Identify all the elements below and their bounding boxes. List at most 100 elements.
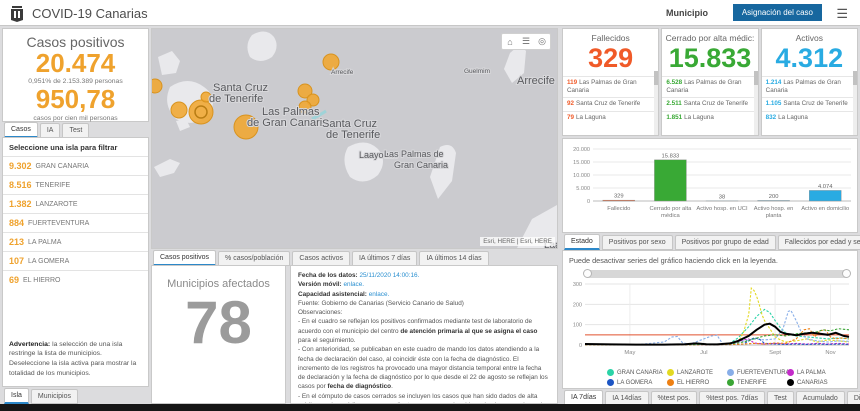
menu-icon[interactable]: ☰ — [836, 6, 848, 22]
row-value: 832 — [765, 113, 777, 121]
island-row-la-gomera[interactable]: 107 LA GOMERA — [3, 251, 148, 270]
isla-municipios-tabs: Isla Municipios — [4, 388, 80, 404]
scrollbar[interactable] — [654, 71, 659, 135]
island-shape — [247, 31, 277, 61]
legend-dot — [787, 369, 794, 376]
island-row-gran-canaria[interactable]: 9.302 GRAN CANARIA — [3, 156, 148, 175]
bar-category-label: Activo hosp. en — [754, 206, 794, 212]
legend-label: LA GOMERA — [617, 379, 653, 386]
y-tick-label: 300 — [573, 282, 582, 288]
row-value: 92 — [567, 100, 575, 108]
slider-handle-left[interactable] — [583, 269, 592, 278]
legend-item-el-hierro[interactable]: EL HIERRO — [667, 379, 727, 386]
estado-tab-positivos-por-grupo-de-edad[interactable]: Positivos por grupo de edad — [674, 235, 776, 250]
map-tab-ia-ltimos-14-d-as[interactable]: IA últimos 14 días — [419, 251, 489, 266]
x-tick-label: Nov — [825, 350, 835, 356]
ia-line-chart: 0 100 200 300 May Jul Sept Nov — [573, 282, 850, 356]
map[interactable]: Arrecife Santa Cruz de Tenerife Las Palmas d… — [151, 28, 558, 249]
legend-label: CANARIAS — [797, 379, 828, 386]
scrollbar[interactable] — [753, 71, 758, 135]
home-icon[interactable]: ⌂ — [502, 34, 518, 49]
row-name: La Laguna — [684, 113, 714, 121]
legend-item-lanzarote[interactable]: LANZAROTE — [667, 369, 727, 376]
map-label: de Tenerife — [209, 93, 263, 105]
y-tick-label: 10.000 — [573, 173, 590, 179]
basemap-icon[interactable]: ◎ — [534, 34, 550, 49]
info-link[interactable]: enlace. — [369, 291, 390, 298]
island-row-lanzarote[interactable]: 1.382 LANZAROTE — [3, 194, 148, 213]
info-line: - En el cómputo de casos cerrados se inc… — [298, 392, 550, 403]
legend-item-la-gomera[interactable]: LA GOMERA — [607, 379, 667, 386]
stat-card-row: 92 Santa Cruz de Tenerife — [563, 97, 659, 110]
tab-municipios[interactable]: Municipios — [30, 389, 78, 404]
map-tab-ia-ltimos-7-d-as[interactable]: IA últimos 7 días — [351, 251, 418, 266]
island-name: EL HIERRO — [23, 276, 61, 284]
estado-tab-fallecidos-por-edad-y-sexo[interactable]: Fallecidos por edad y sexo — [777, 235, 860, 250]
scrollbar-thumb[interactable] — [753, 71, 758, 85]
y-tick-label: 5.000 — [576, 186, 590, 192]
scrollbar[interactable] — [852, 71, 857, 135]
x-tick-label: May — [624, 350, 635, 356]
scrollbar-thumb[interactable] — [852, 71, 857, 85]
legend-icon[interactable]: ☰ — [518, 34, 534, 49]
info-text: fecha de diagnóstico — [327, 383, 392, 391]
map-canvas[interactable]: ArrecifeSanta Cruzde TenerifeLas Palmasd… — [152, 29, 557, 248]
map-tab--casos-poblaci-n[interactable]: % casos/población — [218, 251, 291, 266]
legend-item-tenerife[interactable]: TENERIFE — [727, 379, 787, 386]
scrollbar-thumb[interactable] — [654, 71, 659, 85]
y-tick-label: 0 — [587, 199, 590, 205]
legend-dot — [727, 369, 734, 376]
island-count: 1.382 — [9, 199, 32, 209]
island-count: 9.302 — [9, 161, 32, 171]
legend-label: TENERIFE — [737, 379, 767, 386]
map-attribution: Esri, HERE | Esri, HERE — [480, 237, 555, 246]
legend-item-gran-canaria[interactable]: GRAN CANARIA — [607, 369, 667, 376]
bar-value-label: 15.833 — [662, 153, 680, 159]
island-row-la-palma[interactable]: 213 LA PALMA — [3, 232, 148, 251]
legend-hint-text: Puede desactivar series del gráfico haci… — [569, 256, 778, 265]
stat-cards-row: Fallecidos 329 119 Las Palmas de Gran Canar… — [562, 28, 858, 136]
tab-test[interactable]: Test — [62, 123, 90, 138]
map-label: Las Palmas de — [384, 149, 444, 159]
island-row-el-hierro[interactable]: 69 EL HIERRO — [3, 270, 148, 289]
map-tab-casos-activos[interactable]: Casos activos — [292, 251, 350, 266]
info-link[interactable]: 25/11/2020 14:00:16. — [359, 272, 419, 279]
map-tab-casos-positivos[interactable]: Casos positivos — [153, 250, 217, 266]
island-row-fuerteventura[interactable]: 884 FUERTEVENTURA — [3, 213, 148, 232]
legend-label: EL HIERRO — [677, 379, 710, 386]
time-range-slider[interactable] — [583, 269, 851, 278]
island-count: 69 — [9, 275, 20, 285]
case-bubble[interactable] — [152, 78, 163, 94]
bar[interactable] — [654, 159, 687, 202]
legend-item-la-palma[interactable]: LA PALMA — [787, 369, 847, 376]
case-bubble[interactable] — [170, 101, 188, 119]
chart-legend: GRAN CANARIA LANZAROTE FUERTEVENTURA LA PAL… — [563, 368, 857, 389]
row-name: Santa Cruz de Tenerife — [576, 100, 641, 108]
estado-tab-estado[interactable]: Estado — [564, 234, 600, 250]
info-link[interactable]: enlace. — [343, 281, 364, 288]
bar[interactable] — [757, 200, 790, 202]
island-filter-header: Seleccione una isla para filtrar — [9, 143, 118, 152]
casos-positivos-total: 20.474 — [35, 48, 116, 78]
info-line: Versión móvil: enlace. — [298, 280, 550, 289]
island-row-tenerife[interactable]: 8.516 TENERIFE — [3, 175, 148, 194]
bar-category-label: planta — [766, 213, 783, 219]
y-tick-label: 20.000 — [573, 147, 590, 153]
asignacion-del-caso-button[interactable]: Asignación del caso — [732, 4, 822, 21]
estado-chart-panel: 0 5.000 10.000 15.000 20.000 329 Fallecido 15.8… — [562, 138, 858, 233]
stat-card-row: 119 Las Palmas de Gran Canaria — [563, 76, 659, 97]
y-tick-label: 200 — [573, 302, 582, 308]
estado-tab-positivos-por-sexo[interactable]: Positivos por sexo — [601, 235, 673, 250]
tab-casos[interactable]: Casos — [4, 122, 38, 138]
row-value: 6.528 — [666, 79, 683, 87]
info-line: Fecha de los datos: 25/11/2020 14:00:16. — [298, 271, 550, 280]
legend-item-fuerteventura[interactable]: FUERTEVENTURA — [727, 369, 790, 376]
stat-card-activos: Activos 4.312 1.214 Las Palmas de Gran Cana… — [760, 28, 858, 136]
slider-handle-right[interactable] — [842, 269, 851, 278]
bar[interactable] — [602, 199, 635, 202]
tab-ia[interactable]: IA — [39, 123, 61, 138]
case-bubble[interactable] — [322, 53, 340, 71]
bar[interactable] — [809, 190, 842, 202]
legend-item-canarias[interactable]: CANARIAS — [787, 379, 847, 386]
tab-isla[interactable]: Isla — [4, 388, 29, 404]
